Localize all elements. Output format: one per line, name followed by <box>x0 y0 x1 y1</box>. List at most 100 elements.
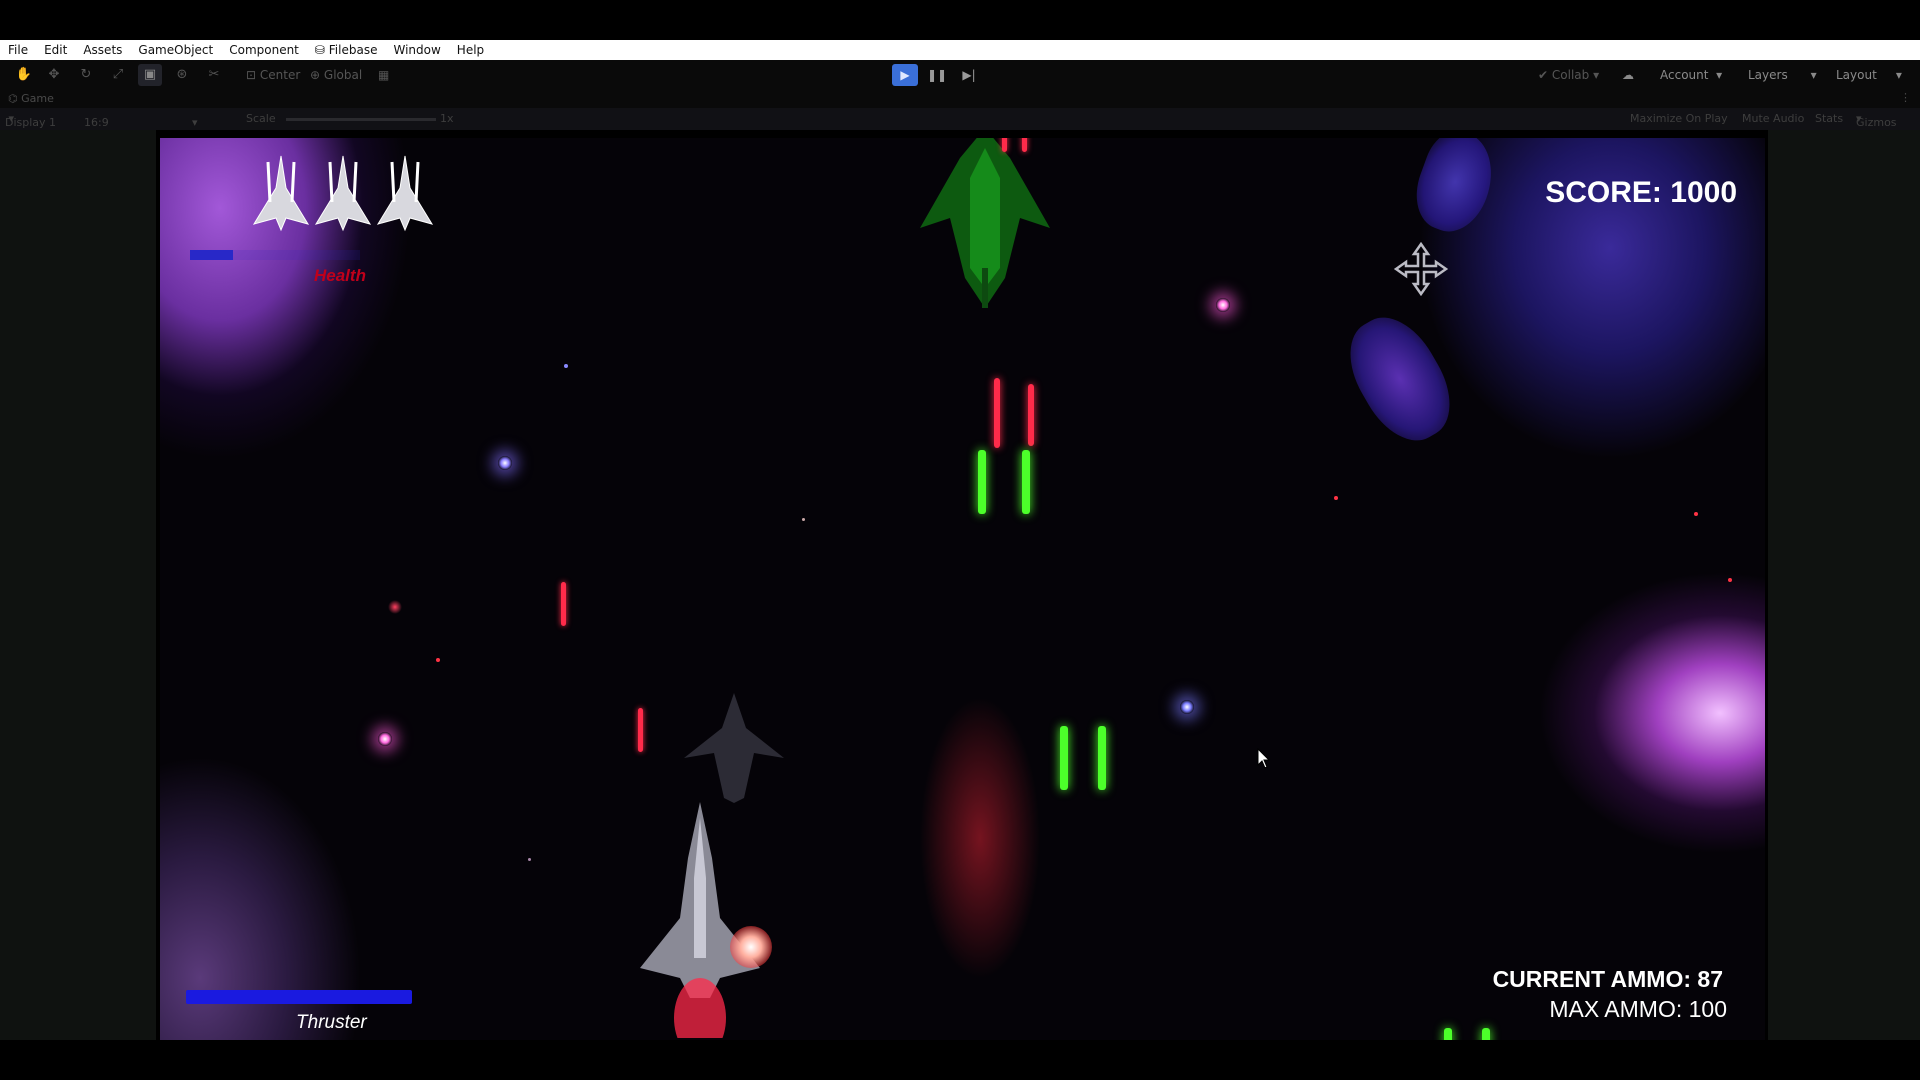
menu-assets[interactable]: Assets <box>75 40 130 60</box>
life-ship-icon <box>376 155 434 232</box>
game-view-toolbar: Display 1 ▾ 16:9 ▾ Scale 1x Maximize On P… <box>0 108 1920 130</box>
gizmos-label: Gizmos <box>1856 116 1897 129</box>
health-bar-fill <box>190 250 233 260</box>
pause-button[interactable]: ❚❚ <box>924 64 950 86</box>
thruster-bar <box>186 990 412 1004</box>
account-label: Account <box>1660 68 1709 82</box>
menu-filebase[interactable]: ⛁ Filebase <box>307 40 386 60</box>
pivot-toggle[interactable]: ⊡ Center <box>246 64 300 86</box>
pivot-label: Center <box>259 68 301 82</box>
move-icon[interactable]: ✥ <box>42 64 66 86</box>
star <box>528 858 531 861</box>
rect-icon[interactable]: ▣ <box>138 64 162 86</box>
kebab-menu-icon[interactable]: ⋮ <box>1900 91 1911 104</box>
health-label: Health <box>314 266 366 285</box>
thruster-flare <box>730 926 772 968</box>
player-laser <box>1482 1028 1490 1040</box>
custom-tool-icon[interactable]: ✂ <box>202 64 226 86</box>
cursor-icon <box>1257 748 1271 769</box>
thruster-label: Thruster <box>296 1012 367 1033</box>
menu-edit[interactable]: Edit <box>36 40 75 60</box>
crosshair-icon <box>1394 242 1448 296</box>
game-viewport[interactable]: Health SCORE: 1000 CURRENT AMMO: 87 MAX … <box>160 138 1765 1040</box>
grid-snap-icon[interactable]: ▦ <box>378 64 389 86</box>
account-dropdown[interactable]: Account ▾ <box>1660 64 1722 86</box>
menu-window[interactable]: Window <box>385 40 448 60</box>
menu-filebase-label: Filebase <box>328 43 378 57</box>
scale-value: 1x <box>440 112 454 125</box>
enemy-laser <box>561 582 566 626</box>
gizmos-dropdown[interactable]: Gizmos ▾ <box>1856 112 1897 129</box>
hand-icon[interactable]: ✋ <box>12 64 36 86</box>
tab-bar: ⌬ Game ⋮ <box>0 90 1920 108</box>
menu-bar: File Edit Assets GameObject Component ⛁ … <box>0 40 1920 60</box>
player-laser <box>1098 726 1106 790</box>
maximize-toggle[interactable]: Maximize On Play <box>1630 112 1728 125</box>
star <box>1728 578 1732 582</box>
layout-dropdown[interactable]: Layout ▾ <box>1836 64 1902 86</box>
player-laser <box>1022 450 1030 514</box>
enemy-laser <box>994 378 1000 448</box>
filebase-icon: ⛁ <box>314 43 325 57</box>
display-dropdown[interactable]: Display 1 ▾ <box>5 112 56 129</box>
left-margin <box>0 130 156 1040</box>
menu-file[interactable]: File <box>0 40 36 60</box>
cloud-icon[interactable]: ☁ <box>1622 64 1634 86</box>
star <box>1180 700 1194 714</box>
collab-label: Collab <box>1551 68 1590 82</box>
max-ammo-text: MAX AMMO: 100 <box>1549 996 1727 1022</box>
scale-slider[interactable] <box>286 118 436 121</box>
check-icon: ✔ <box>1538 68 1549 82</box>
star <box>436 658 440 662</box>
layout-label: Layout <box>1836 68 1877 82</box>
menu-help[interactable]: Help <box>449 40 492 60</box>
layers-label: Layers <box>1748 68 1788 82</box>
asteroid <box>1405 138 1505 241</box>
star <box>378 732 392 746</box>
pivot-icon: ⊡ <box>246 68 257 82</box>
scale-icon[interactable]: ⤢ <box>106 64 130 86</box>
space-label: Global <box>323 68 363 82</box>
star <box>1334 496 1338 500</box>
life-ship-icon <box>314 155 372 232</box>
mute-toggle[interactable]: Mute Audio <box>1742 112 1804 125</box>
current-ammo-text: CURRENT AMMO: 87 <box>1492 966 1723 992</box>
menu-gameobject[interactable]: GameObject <box>130 40 221 60</box>
toolbar: ✋ ✥ ↻ ⤢ ▣ ⊛ ✂ ⊡ Center ⊕ Global ▦ ▶ ❚❚ ▶… <box>0 60 1920 90</box>
player-laser <box>1444 1028 1452 1040</box>
top-letterbox <box>0 0 1920 40</box>
star <box>388 600 402 614</box>
enemy-laser <box>1028 384 1034 446</box>
enemy-ship <box>920 138 1050 308</box>
health-bar <box>190 250 360 260</box>
enemy-laser <box>638 708 643 752</box>
star <box>1216 298 1230 312</box>
star <box>1694 512 1698 516</box>
stats-toggle[interactable]: Stats <box>1815 112 1843 125</box>
tab-game[interactable]: ⌬ Game <box>8 92 54 105</box>
space-toggle[interactable]: ⊕ Global <box>310 64 362 86</box>
layers-dropdown[interactable]: Layers ▾ <box>1748 64 1817 86</box>
tab-game-label: Game <box>21 92 54 105</box>
thruster-bar-fill <box>186 990 412 1004</box>
star <box>802 518 805 521</box>
rotate-icon[interactable]: ↻ <box>74 64 98 86</box>
transform-icon[interactable]: ⊛ <box>170 64 194 86</box>
display-label: Display 1 <box>5 116 57 129</box>
enemy-ship-faded <box>684 693 784 803</box>
enemy-laser <box>1002 138 1007 152</box>
lives-display <box>250 152 436 232</box>
life-ship-icon <box>252 155 310 232</box>
player-laser <box>978 450 986 514</box>
right-margin <box>1768 130 1920 1040</box>
play-button[interactable]: ▶ <box>892 64 918 86</box>
player-laser <box>1060 726 1068 790</box>
globe-icon: ⊕ <box>310 68 321 82</box>
star <box>498 456 512 470</box>
bottom-letterbox <box>0 1040 1920 1080</box>
menu-component[interactable]: Component <box>221 40 307 60</box>
collab-dropdown[interactable]: ✔ Collab ▾ <box>1538 64 1599 86</box>
scale-label: Scale <box>246 112 276 125</box>
step-button[interactable]: ▶| <box>956 64 982 86</box>
player-ship <box>640 802 760 1038</box>
